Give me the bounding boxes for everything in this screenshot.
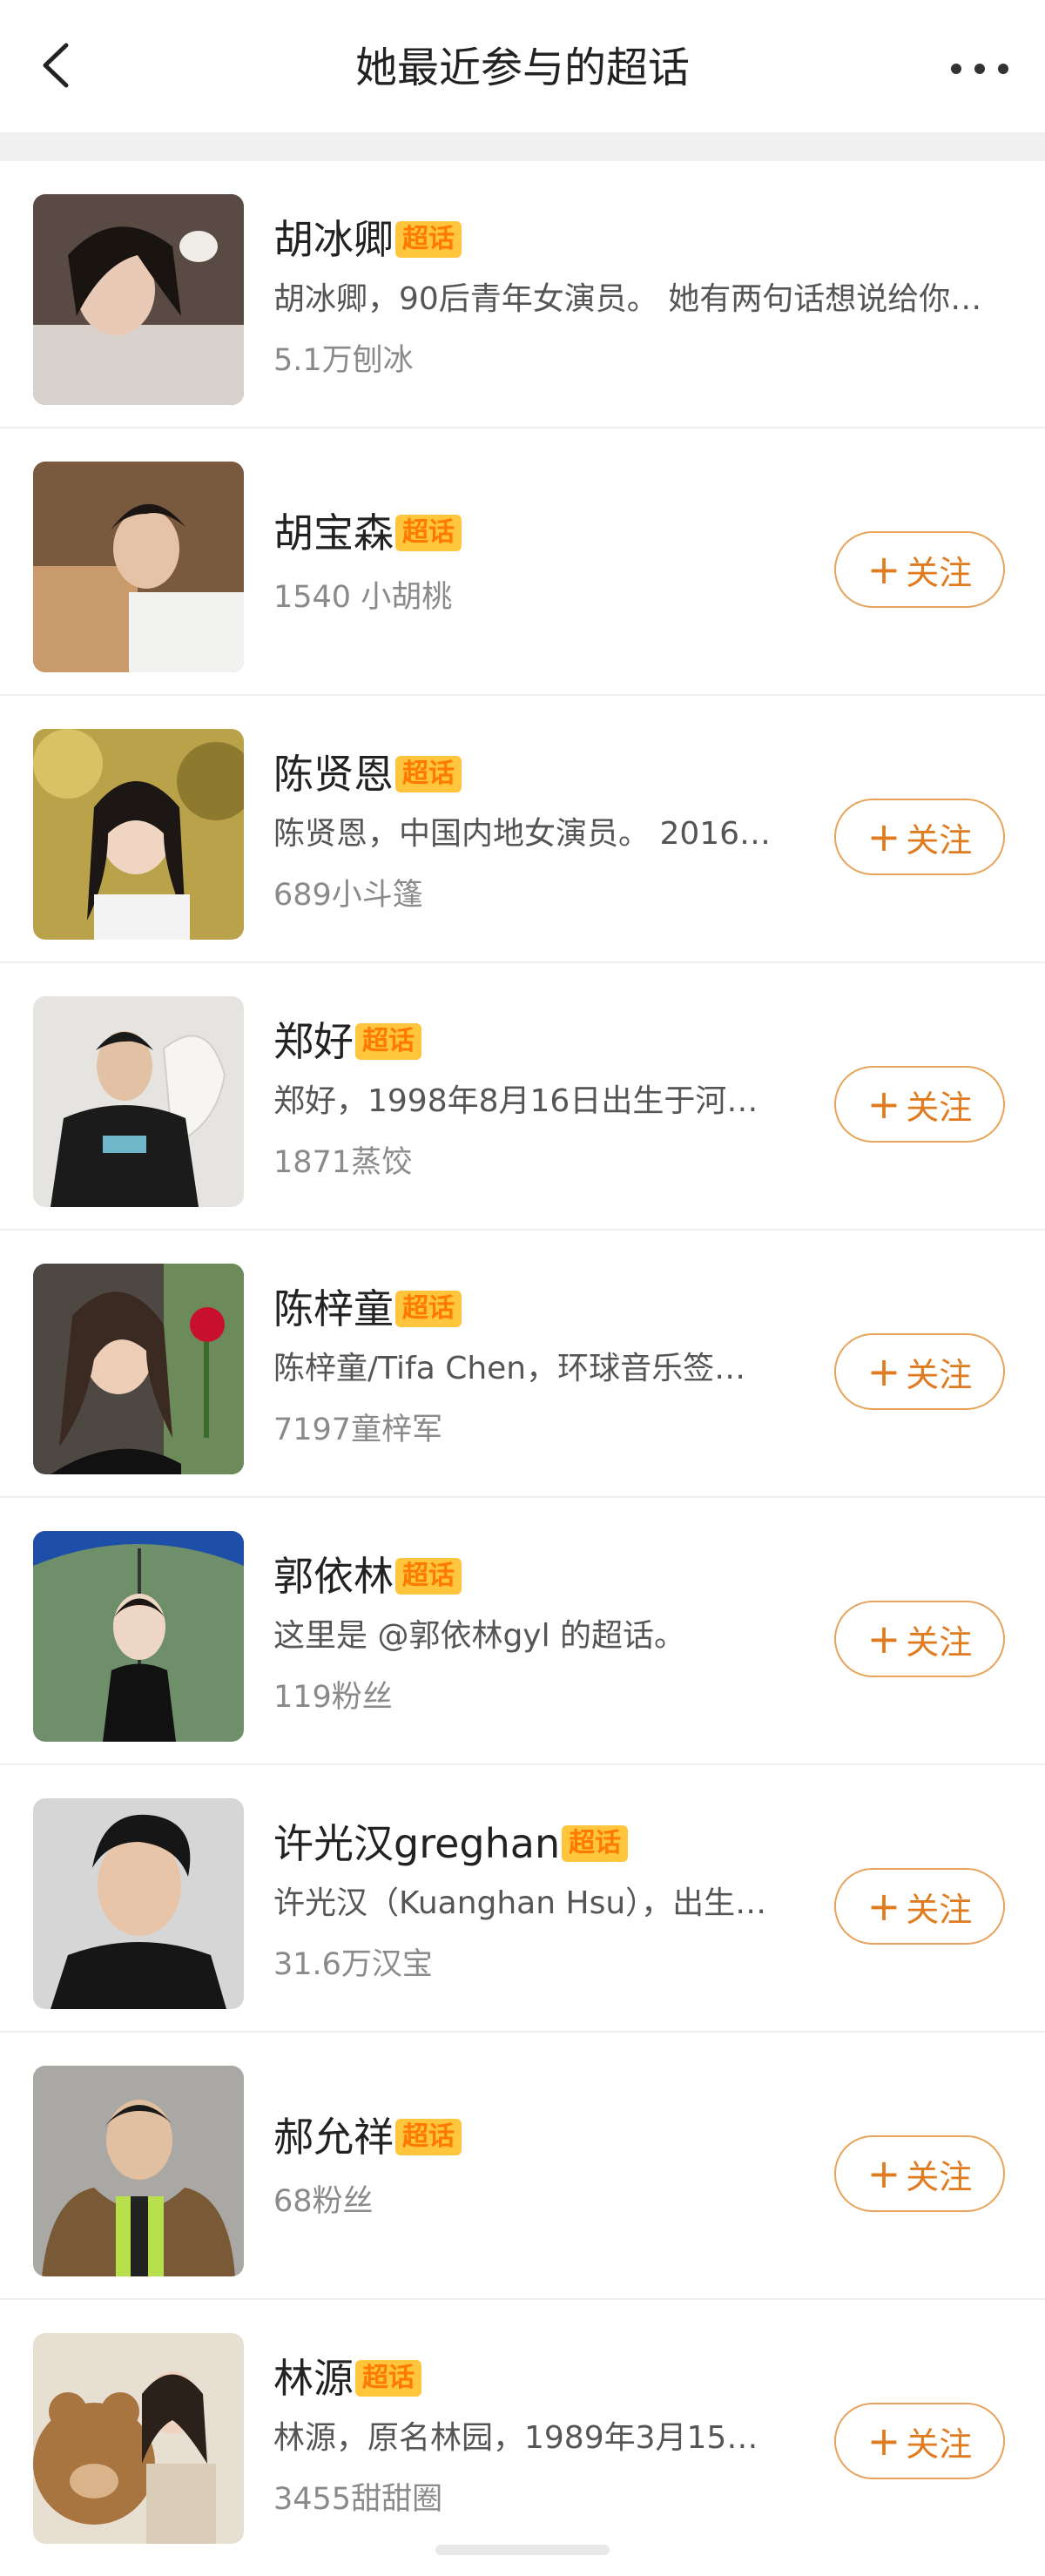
supertopic-description: 胡冰卿，90后青年女演员。 她有两句话想说给你… bbox=[273, 281, 982, 317]
follow-label: 关注 bbox=[906, 1355, 973, 1394]
list-item[interactable]: 林源 超话 林源，原名林园，1989年3月15… 3455甜甜圈 + 关注 bbox=[0, 2300, 1045, 2567]
fans-count: 68粉丝 bbox=[273, 2184, 374, 2219]
supertopic-name[interactable]: 许光汉greghan bbox=[273, 1817, 560, 1870]
follow-button[interactable]: + 关注 bbox=[834, 2403, 1005, 2479]
list-item[interactable]: 许光汉greghan 超话 许光汉（Kuanghan Hsu），出生… 31.6万… bbox=[0, 1765, 1045, 2033]
follow-label: 关注 bbox=[906, 2157, 973, 2196]
plus-icon: + bbox=[866, 1348, 901, 1395]
supertopic-badge: 超话 bbox=[355, 2360, 421, 2397]
list-item[interactable]: 郑好 超话 郑好，1998年8月16日出生于河… 1871蒸饺 + 关注 bbox=[0, 963, 1045, 1231]
home-indicator bbox=[435, 2545, 610, 2555]
fans-count: 3455甜甜圈 bbox=[273, 2482, 443, 2517]
avatar bbox=[33, 2333, 244, 2544]
avatar bbox=[33, 2066, 244, 2276]
avatar bbox=[33, 1264, 244, 1474]
fans-count: 7197童梓军 bbox=[273, 1413, 443, 1447]
follow-button[interactable]: + 关注 bbox=[834, 799, 1005, 875]
fans-count: 5.1万刨冰 bbox=[273, 343, 414, 378]
more-button[interactable] bbox=[940, 38, 1019, 99]
supertopic-list: 胡冰卿 超话 胡冰卿，90后青年女演员。 她有两句话想说给你… 5.1万刨冰 胡宝… bbox=[0, 161, 1045, 2567]
plus-icon: + bbox=[866, 2418, 901, 2465]
supertopic-name[interactable]: 郝允祥 bbox=[273, 2111, 394, 2163]
plus-icon: + bbox=[866, 1615, 901, 1662]
list-item[interactable]: 胡冰卿 超话 胡冰卿，90后青年女演员。 她有两句话想说给你… 5.1万刨冰 bbox=[0, 161, 1045, 428]
list-item[interactable]: 胡宝森 超话 1540 小胡桃 + 关注 bbox=[0, 428, 1045, 696]
supertopic-name[interactable]: 胡冰卿 bbox=[273, 213, 394, 266]
supertopic-name[interactable]: 胡宝森 bbox=[273, 507, 394, 559]
supertopic-badge: 超话 bbox=[395, 221, 462, 258]
supertopic-name[interactable]: 陈贤恩 bbox=[273, 748, 394, 800]
more-dots-icon bbox=[951, 64, 1008, 74]
list-item[interactable]: 郭依林 超话 这里是 @郭依林gyl 的超话。 119粉丝 + 关注 bbox=[0, 1498, 1045, 1765]
follow-label: 关注 bbox=[906, 1088, 973, 1127]
fans-count: 1871蒸饺 bbox=[273, 1145, 413, 1180]
follow-label: 关注 bbox=[906, 2424, 973, 2464]
follow-label: 关注 bbox=[906, 1890, 973, 1929]
supertopic-badge: 超话 bbox=[355, 1023, 421, 1060]
follow-button[interactable]: + 关注 bbox=[834, 1066, 1005, 1143]
avatar bbox=[33, 729, 244, 940]
avatar bbox=[33, 194, 244, 405]
top-nav-bar: 她最近参与的超话 bbox=[0, 0, 1045, 133]
supertopic-description: 这里是 @郭依林gyl 的超话。 bbox=[273, 1618, 686, 1654]
supertopic-badge: 超话 bbox=[395, 1558, 462, 1595]
follow-label: 关注 bbox=[906, 820, 973, 860]
supertopic-badge: 超话 bbox=[395, 515, 462, 551]
follow-button[interactable]: + 关注 bbox=[834, 1601, 1005, 1677]
supertopic-name[interactable]: 陈梓童 bbox=[273, 1283, 394, 1335]
supertopic-description: 陈贤恩，中国内地女演员。 2016… bbox=[273, 816, 772, 852]
supertopic-description: 郑好，1998年8月16日出生于河… bbox=[273, 1083, 758, 1119]
section-divider bbox=[0, 133, 1045, 161]
page-title: 她最近参与的超话 bbox=[354, 44, 690, 92]
supertopic-badge: 超话 bbox=[395, 1291, 462, 1327]
list-item[interactable]: 陈贤恩 超话 陈贤恩，中国内地女演员。 2016… 689小斗篷 + 关注 bbox=[0, 696, 1045, 963]
follow-button[interactable]: + 关注 bbox=[834, 1333, 1005, 1410]
avatar bbox=[33, 996, 244, 1207]
avatar bbox=[33, 1798, 244, 2009]
supertopic-name[interactable]: 郭依林 bbox=[273, 1550, 394, 1602]
fans-count: 1540 小胡桃 bbox=[273, 580, 453, 615]
follow-button[interactable]: + 关注 bbox=[834, 1868, 1005, 1945]
follow-button[interactable]: + 关注 bbox=[834, 2135, 1005, 2212]
supertopic-name[interactable]: 林源 bbox=[273, 2352, 354, 2404]
supertopic-description: 林源，原名林园，1989年3月15… bbox=[273, 2420, 758, 2456]
fans-count: 689小斗篷 bbox=[273, 878, 423, 913]
plus-icon: + bbox=[866, 1883, 901, 1930]
supertopic-badge: 超话 bbox=[395, 2119, 462, 2155]
supertopic-description: 许光汉（Kuanghan Hsu），出生… bbox=[273, 1885, 767, 1921]
supertopic-badge: 超话 bbox=[395, 756, 462, 792]
list-item[interactable]: 陈梓童 超话 陈梓童/Tifa Chen，环球音乐签… 7197童梓军 + 关注 bbox=[0, 1231, 1045, 1498]
supertopic-badge: 超话 bbox=[562, 1825, 629, 1862]
fans-count: 119粉丝 bbox=[273, 1680, 393, 1715]
follow-label: 关注 bbox=[906, 553, 973, 592]
supertopic-name[interactable]: 郑好 bbox=[273, 1015, 354, 1068]
follow-label: 关注 bbox=[906, 1622, 973, 1662]
plus-icon: + bbox=[866, 546, 901, 593]
plus-icon: + bbox=[866, 1081, 901, 1128]
avatar bbox=[33, 462, 244, 672]
list-item[interactable]: 郝允祥 超话 68粉丝 + 关注 bbox=[0, 2033, 1045, 2300]
supertopic-description: 陈梓童/Tifa Chen，环球音乐签… bbox=[273, 1351, 746, 1386]
follow-button[interactable]: + 关注 bbox=[834, 531, 1005, 608]
plus-icon: + bbox=[866, 813, 901, 860]
plus-icon: + bbox=[866, 2150, 901, 2197]
avatar bbox=[33, 1531, 244, 1742]
fans-count: 31.6万汉宝 bbox=[273, 1947, 433, 1982]
